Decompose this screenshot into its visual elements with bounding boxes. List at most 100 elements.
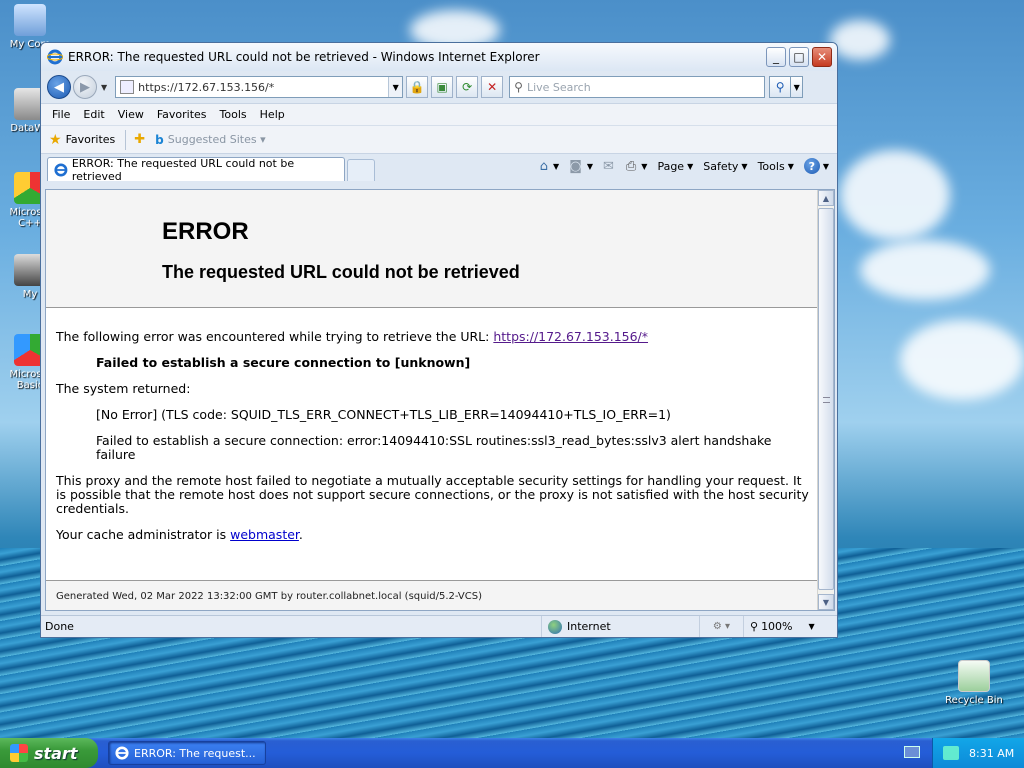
desktop-icon-label: My: [22, 289, 38, 300]
title-bar[interactable]: ERROR: The requested URL could not be re…: [41, 43, 837, 71]
error-body: The following error was encountered whil…: [56, 330, 812, 554]
cloud: [840, 150, 950, 240]
security-zone[interactable]: Internet: [541, 616, 699, 637]
back-button[interactable]: ◀: [47, 75, 71, 99]
system-returned-label: The system returned:: [56, 381, 191, 396]
safety-menu-label: Safety: [703, 159, 739, 173]
taskbar-item-ie[interactable]: ERROR: The request...: [108, 741, 266, 765]
address-dropdown-button[interactable]: ▼: [388, 77, 403, 97]
suggested-sites-button[interactable]: Suggested Sites ▾: [168, 133, 266, 146]
search-input[interactable]: ⚲ Live Search: [509, 76, 766, 98]
address-bar[interactable]: https://172.67.153.156/* ▼: [115, 76, 404, 98]
favorites-star-icon[interactable]: ★: [49, 132, 62, 148]
minimize-icon: _: [773, 50, 779, 64]
start-button[interactable]: start: [0, 738, 98, 768]
close-button[interactable]: ✕: [812, 47, 832, 67]
page-icon: [120, 80, 135, 94]
scroll-thumb[interactable]: [818, 208, 834, 590]
minimize-button[interactable]: _: [766, 47, 786, 67]
home-icon: ⌂: [539, 158, 549, 174]
menu-favorites[interactable]: Favorites: [152, 108, 215, 121]
menu-file[interactable]: File: [47, 108, 78, 121]
keyboard-icon[interactable]: [904, 746, 920, 758]
admin-prefix: Your cache administrator is: [56, 527, 231, 542]
chevron-down-icon: ▼: [741, 161, 748, 171]
add-to-favorites-icon[interactable]: ✚: [134, 132, 145, 147]
back-arrow-icon: ◀: [54, 79, 64, 95]
print-icon: ⎙: [625, 158, 637, 174]
protected-mode-icon[interactable]: ⚙ ▾: [699, 616, 743, 637]
ie-page-icon: [54, 163, 68, 176]
chevron-down-icon: ▼: [641, 161, 648, 171]
computer-icon: [14, 4, 46, 36]
chevron-down-icon: ▼: [787, 161, 794, 171]
tab-row: ERROR: The requested URL could not be re…: [41, 153, 837, 183]
recent-pages-dropdown[interactable]: ▼: [101, 83, 107, 92]
grip-icon: [823, 397, 830, 403]
vertical-scrollbar[interactable]: ▲ ▼: [817, 190, 834, 610]
system-tray: 8:31 AM: [932, 738, 1024, 768]
page-content: ERROR The requested URL could not be ret…: [45, 189, 835, 611]
zoom-icon: ⚲: [750, 620, 759, 633]
intro-paragraph: The following error was encountered whil…: [56, 330, 812, 344]
failed-message: Failed to establish a secure connection …: [96, 355, 471, 370]
search-placeholder: Live Search: [526, 80, 591, 94]
new-tab-button[interactable]: [347, 159, 375, 181]
forward-button[interactable]: ▶: [73, 75, 97, 99]
address-url[interactable]: https://172.67.153.156/*: [138, 81, 388, 94]
menu-tools[interactable]: Tools: [215, 108, 255, 121]
error-page: ERROR The requested URL could not be ret…: [46, 190, 818, 610]
search-options-dropdown[interactable]: ▼: [791, 76, 804, 98]
cloud: [830, 20, 890, 60]
print-button[interactable]: ⎙ ▼: [626, 159, 648, 174]
help-menu[interactable]: ? ▼: [803, 158, 829, 174]
menu-edit[interactable]: Edit: [78, 108, 112, 121]
scroll-down-button[interactable]: ▼: [818, 594, 834, 610]
security-lock-icon[interactable]: 🔒: [406, 76, 429, 98]
refresh-button[interactable]: ⟳: [456, 76, 479, 98]
menu-view[interactable]: View: [113, 108, 152, 121]
status-text: Done: [45, 620, 74, 633]
clock[interactable]: 8:31 AM: [969, 747, 1014, 760]
network-icon[interactable]: [943, 746, 959, 760]
compatibility-view-icon[interactable]: ▣: [431, 76, 454, 98]
favorites-bar: ★ Favorites ✚ b Suggested Sites ▾: [41, 125, 837, 153]
chevron-down-icon: ▼: [808, 622, 815, 631]
requested-url-link[interactable]: https://172.67.153.156/*: [493, 329, 648, 344]
chevron-down-icon: ▼: [687, 161, 694, 171]
home-button[interactable]: ⌂ ▼: [540, 159, 559, 174]
zoom-control[interactable]: ⚲ 100% ▼: [743, 616, 837, 637]
mail-button[interactable]: ✉: [603, 159, 616, 174]
favorites-button[interactable]: Favorites: [66, 133, 116, 146]
feeds-button[interactable]: ◙ ▼: [569, 159, 593, 174]
ie-taskbar-icon: [115, 746, 129, 760]
webmaster-link[interactable]: webmaster: [230, 527, 299, 542]
forward-arrow-icon: ▶: [80, 79, 90, 95]
desktop-icon-recycle-bin[interactable]: Recycle Bin: [944, 660, 1004, 706]
generated-footer: Generated Wed, 02 Mar 2022 13:32:00 GMT …: [46, 580, 818, 610]
status-bar: Done Internet ⚙ ▾ ⚲ 100% ▼: [41, 615, 837, 637]
stop-button[interactable]: ✕: [481, 76, 504, 98]
cloud: [860, 240, 990, 300]
tab-active[interactable]: ERROR: The requested URL could not be re…: [47, 157, 345, 183]
intro-text: The following error was encountered whil…: [56, 329, 494, 344]
search-icon: ⚲: [514, 80, 523, 94]
chevron-down-icon: ▼: [822, 161, 829, 171]
rss-icon: ◙: [569, 158, 582, 174]
close-icon: ✕: [816, 50, 828, 64]
safety-menu[interactable]: Safety ▼: [703, 160, 747, 173]
recycle-bin-icon: [958, 660, 990, 692]
tools-menu[interactable]: Tools ▼: [758, 160, 794, 173]
chevron-down-icon: ▼: [553, 161, 560, 171]
search-button[interactable]: ⚲: [769, 76, 792, 98]
page-menu[interactable]: Page ▼: [657, 160, 693, 173]
bing-icon: b: [155, 132, 164, 147]
maximize-button[interactable]: □: [789, 47, 809, 67]
error-header: ERROR The requested URL could not be ret…: [46, 190, 818, 308]
navigation-bar: ◀ ▶ ▼ https://172.67.153.156/* ▼ 🔒 ▣ ⟳ ✕…: [41, 71, 837, 103]
zone-label: Internet: [567, 620, 611, 633]
menu-help[interactable]: Help: [255, 108, 293, 121]
scroll-up-button[interactable]: ▲: [818, 190, 834, 206]
admin-suffix: .: [298, 527, 303, 542]
start-label: start: [34, 743, 78, 763]
